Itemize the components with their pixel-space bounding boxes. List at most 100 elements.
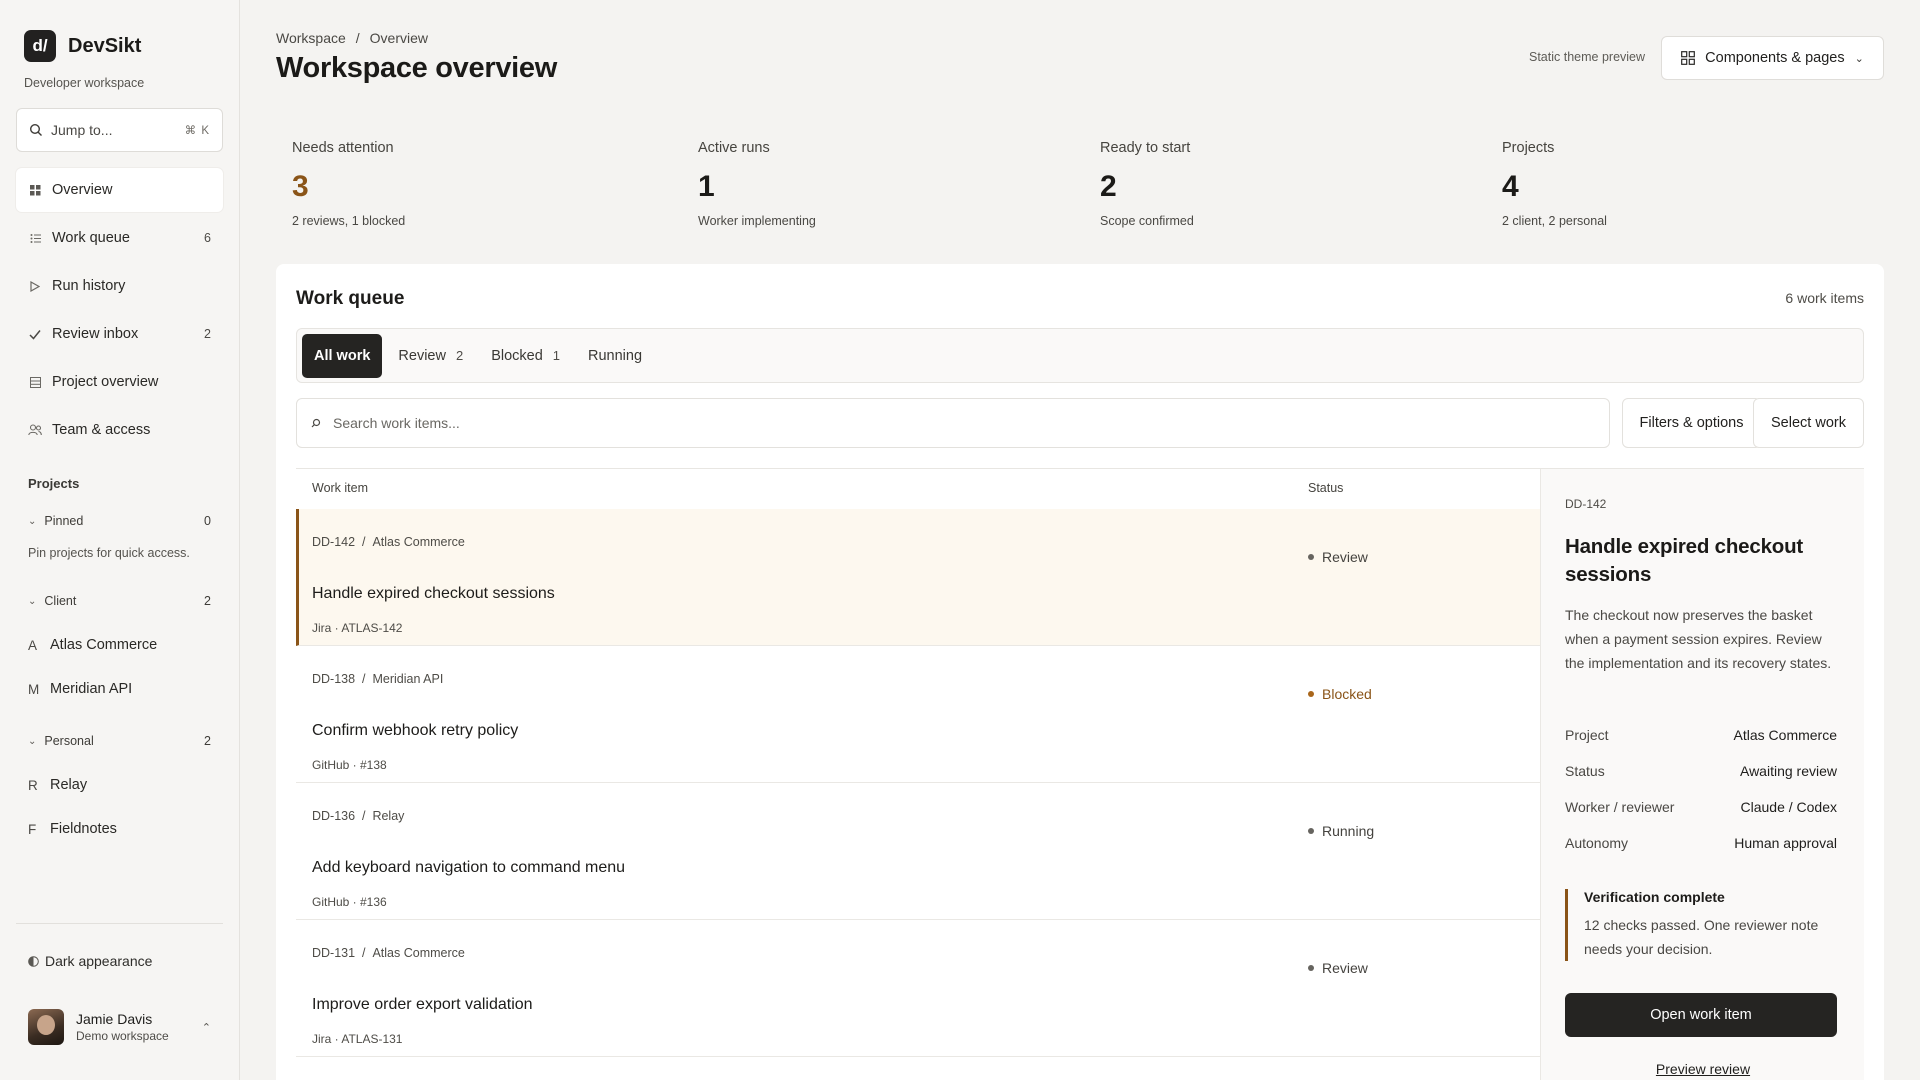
- group-count: 2: [204, 734, 211, 748]
- workspace-subtitle: Developer workspace: [24, 76, 145, 90]
- nav-count: 6: [204, 231, 211, 245]
- row-project: Meridian API: [372, 672, 444, 686]
- brand[interactable]: d/ DevSikt: [24, 30, 141, 62]
- detail-field-status: Status Awaiting review: [1565, 763, 1837, 779]
- table-row[interactable]: DD-142 / Atlas Commerce Handle expired c…: [296, 509, 1540, 646]
- field-key: Status: [1565, 763, 1605, 779]
- stat-label: Projects: [1502, 140, 1555, 156]
- jump-to-search[interactable]: Jump to... ⌘ K: [16, 108, 223, 152]
- stat-sub: Worker implementing: [698, 214, 816, 228]
- status-dot: [1308, 828, 1314, 834]
- chevron-down-icon: ⌄: [28, 735, 37, 747]
- detail-field-project: Project Atlas Commerce: [1565, 727, 1837, 743]
- nav-item-team-access[interactable]: Team & access: [16, 408, 223, 452]
- table-row[interactable]: DD-136 / Relay Add keyboard navigation t…: [296, 783, 1540, 920]
- detail-id: DD-142: [1565, 497, 1607, 511]
- row-title: Handle expired checkout sessions: [312, 585, 555, 602]
- stat-needs-attention: Needs attention 3 2 reviews, 1 blocked: [292, 140, 405, 228]
- status-badge: Running: [1308, 823, 1374, 839]
- group-count: 2: [204, 594, 211, 608]
- tab-count: 2: [455, 348, 464, 363]
- nav-label: Overview: [52, 182, 113, 198]
- row-meta: DD-138 / Meridian API: [312, 672, 444, 686]
- tab-all-work[interactable]: All work: [302, 333, 383, 378]
- nav-item-overview[interactable]: Overview: [16, 168, 223, 212]
- chevron-down-icon: ⌄: [1854, 52, 1864, 65]
- group-pinned[interactable]: ⌄ Pinned 0: [28, 514, 211, 528]
- projects-heading: Projects: [28, 476, 80, 491]
- dark-appearance-label: Dark appearance: [45, 953, 153, 969]
- nav-label: Review inbox: [52, 326, 139, 342]
- nav-label: Run history: [52, 278, 126, 294]
- check-icon: [28, 329, 42, 340]
- select-work-button[interactable]: Select work: [1753, 398, 1864, 448]
- project-name: Meridian API: [50, 681, 133, 697]
- row-meta: DD-142 / Atlas Commerce: [312, 535, 465, 549]
- tab-blocked[interactable]: Blocked 1: [479, 334, 572, 378]
- detail-title: Handle expired checkout sessions: [1565, 535, 1804, 586]
- row-id: DD-142: [312, 535, 356, 549]
- page-title: Workspace overview: [276, 52, 557, 84]
- work-queue-title: Work queue: [296, 288, 405, 309]
- project-letter: A: [28, 637, 38, 653]
- chevron-down-icon: ⌄: [28, 515, 37, 527]
- group-client[interactable]: ⌄ Client 2: [28, 594, 211, 608]
- project-relay[interactable]: R Relay: [28, 777, 87, 793]
- user-menu[interactable]: Jamie Davis Demo workspace ⌃: [28, 1009, 211, 1045]
- chevron-down-icon: ⌄: [28, 595, 37, 607]
- jump-placeholder: Jump to...: [51, 122, 113, 138]
- tab-label: Blocked: [491, 347, 543, 364]
- app-name: DevSikt: [68, 34, 142, 57]
- open-work-item-button[interactable]: Open work item: [1565, 993, 1837, 1037]
- group-count: 0: [204, 514, 211, 528]
- project-fieldnotes[interactable]: F Fieldnotes: [28, 821, 117, 837]
- stat-value: 1: [698, 170, 715, 203]
- stat-active-runs: Active runs 1 Worker implementing: [698, 140, 816, 228]
- dark-appearance-toggle[interactable]: Dark appearance: [28, 953, 152, 969]
- row-id: DD-138: [312, 672, 356, 686]
- field-value: Claude / Codex: [1740, 799, 1837, 815]
- pinned-hint: Pin projects for quick access.: [28, 546, 190, 560]
- row-project: Atlas Commerce: [372, 535, 465, 549]
- user-workspace: Demo workspace: [76, 1029, 169, 1043]
- filters-options-button[interactable]: Filters & options: [1622, 398, 1761, 448]
- table-row[interactable]: DD-138 / Meridian API Confirm webhook re…: [296, 646, 1540, 783]
- group-label: Client: [44, 594, 77, 608]
- preview-review-link[interactable]: Preview review: [1541, 1061, 1865, 1077]
- nav-label: Project overview: [52, 374, 159, 390]
- breadcrumb-workspace[interactable]: Workspace: [276, 30, 346, 46]
- status-badge: Blocked: [1308, 686, 1372, 702]
- stat-value: 3: [292, 170, 309, 203]
- project-letter: M: [28, 681, 40, 697]
- group-label: Personal: [44, 734, 94, 748]
- project-meridian-api[interactable]: M Meridian API: [28, 681, 132, 697]
- project-name: Fieldnotes: [50, 821, 117, 837]
- nav-item-work-queue[interactable]: Work queue 6: [16, 216, 223, 260]
- status-label: Review: [1322, 549, 1368, 565]
- field-value: Human approval: [1734, 835, 1837, 851]
- table-row[interactable]: DD-131 / Atlas Commerce Improve order ex…: [296, 920, 1540, 1057]
- project-atlas-commerce[interactable]: A Atlas Commerce: [28, 637, 157, 653]
- nav-item-run-history[interactable]: Run history: [16, 264, 223, 308]
- tab-running[interactable]: Running: [576, 334, 654, 378]
- tab-review[interactable]: Review 2: [386, 334, 475, 378]
- work-search-input[interactable]: Search work items...: [296, 398, 1610, 448]
- group-personal[interactable]: ⌄ Personal 2: [28, 734, 211, 748]
- work-item-count: 6 work items: [1785, 290, 1864, 306]
- project-letter: F: [28, 821, 37, 837]
- status-label: Review: [1322, 960, 1368, 976]
- breadcrumb: Workspace / Overview: [276, 30, 428, 46]
- work-item-detail: DD-142 Handle expired checkout sessions …: [1540, 469, 1864, 1080]
- status-label: Blocked: [1322, 686, 1372, 702]
- nav-label: Team & access: [52, 422, 151, 438]
- verification-callout: Verification complete 12 checks passed. …: [1565, 889, 1837, 961]
- components-pages-button[interactable]: Components & pages ⌄: [1661, 36, 1884, 80]
- sidebar: d/ DevSikt Developer workspace Jump to..…: [0, 0, 240, 1080]
- nav-item-review-inbox[interactable]: Review inbox 2: [16, 312, 223, 356]
- field-key: Worker / reviewer: [1565, 799, 1675, 815]
- work-queue-panel: Work queue 6 work items All work Review …: [276, 264, 1884, 1080]
- nav-item-project-overview[interactable]: Project overview: [16, 360, 223, 404]
- status-badge: Review: [1308, 960, 1368, 976]
- detail-description: The checkout now preserves the basket wh…: [1565, 607, 1832, 671]
- stat-value: 2: [1100, 170, 1117, 203]
